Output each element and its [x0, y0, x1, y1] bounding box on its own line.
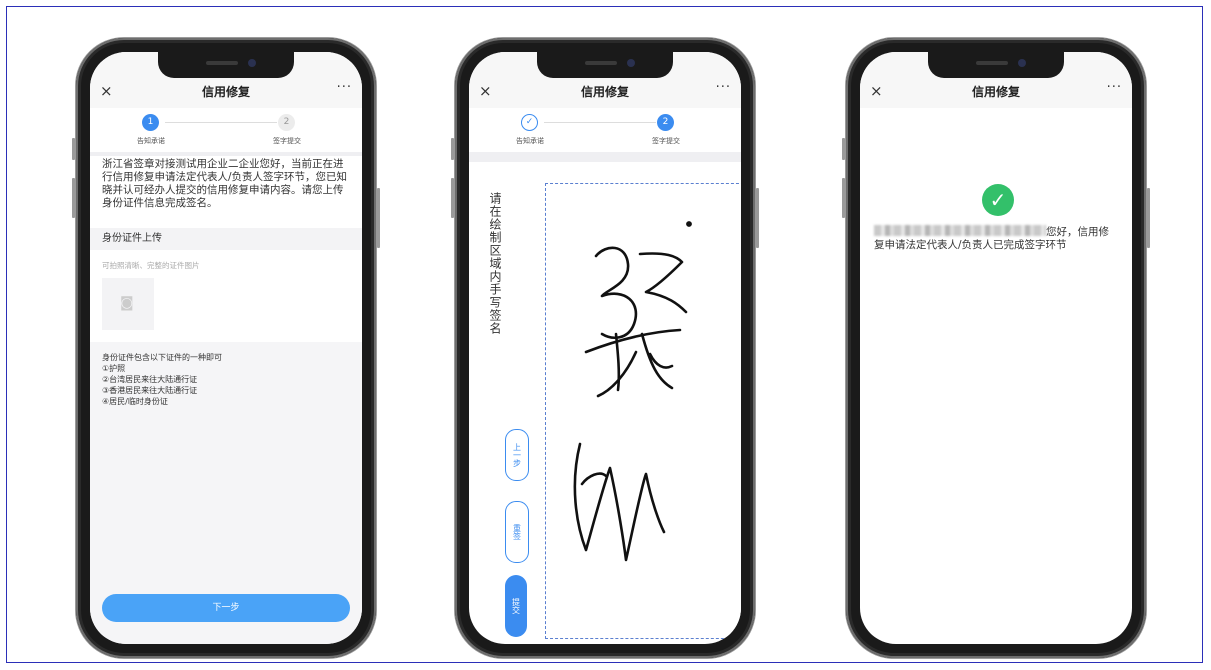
note-line: ①护照 — [102, 364, 126, 373]
note-line: 身份证件包含以下证件的一种即可 — [102, 353, 222, 362]
phone-complete: × 信用修复 ··· ✓ 您好，信用修复申请法定代表人/负责人已完成签字环节 — [842, 38, 1150, 658]
step1-label: 告知承诺 — [516, 137, 544, 145]
page-title: 信用修复 — [971, 85, 1020, 99]
step2-indicator: 2 — [657, 114, 674, 131]
next-button[interactable]: 下一步 — [102, 594, 350, 622]
signature-pad[interactable] — [545, 183, 741, 639]
more-icon[interactable]: ··· — [1107, 80, 1122, 95]
page-title: 信用修复 — [201, 85, 250, 99]
notch — [928, 52, 1064, 78]
reset-button[interactable]: 重签 — [505, 501, 529, 563]
step2-indicator: 2 — [278, 114, 295, 131]
intro-text: 浙江省签章对接测试用企业二企业您好，当前正在进行信用修复申请法定代表人/负责人签… — [90, 156, 362, 212]
redacted-company-name — [874, 225, 1046, 236]
more-icon[interactable]: ··· — [337, 80, 352, 95]
check-circle-icon: ✓ — [982, 184, 1014, 216]
phone-step1: × 信用修复 ··· 1 2 告知承诺 签字提交 浙江省签章对接测试用企业二企业… — [72, 38, 380, 658]
step-connector — [165, 122, 277, 123]
screen: × 信用修复 ··· 1 2 告知承诺 签字提交 浙江省签章对接测试用企业二企业… — [90, 52, 362, 644]
screen: × 信用修复 ··· ✓ 您好，信用修复申请法定代表人/负责人已完成签字环节 — [860, 52, 1132, 644]
notch — [158, 52, 294, 78]
step2-label: 签字提交 — [652, 137, 680, 145]
upload-photo-button[interactable]: ◙ — [102, 278, 154, 330]
screen: × 信用修复 ··· ✓ 2 告知承诺 签字提交 请在绘制区域内手写签名 上一步… — [469, 52, 741, 644]
note-line: ④居民/临时身份证 — [102, 397, 168, 406]
stepper: ✓ 2 告知承诺 签字提交 — [469, 108, 741, 152]
step-connector — [544, 122, 656, 123]
step1-label: 告知承诺 — [137, 137, 165, 145]
stepper: 1 2 告知承诺 签字提交 — [90, 108, 362, 152]
note-line: ③香港居民来往大陆通行证 — [102, 386, 198, 395]
completion-message: 您好，信用修复申请法定代表人/负责人已完成签字环节 — [874, 225, 1118, 252]
submit-button[interactable]: 提交 — [505, 575, 527, 637]
notch — [537, 52, 673, 78]
camera-icon: ◙ — [120, 295, 134, 311]
signature-strokes — [573, 221, 692, 562]
page-title: 信用修复 — [580, 85, 629, 99]
signature-instruction: 请在绘制区域内手写签名 — [488, 192, 502, 335]
step1-done-icon: ✓ — [521, 114, 538, 131]
prev-button[interactable]: 上一步 — [505, 429, 529, 481]
note-line: ②台湾居民来往大陆通行证 — [102, 375, 198, 384]
more-icon[interactable]: ··· — [716, 80, 731, 95]
upload-hint: 可拍照清晰、完整的证件图片 — [102, 261, 200, 270]
section-title: 身份证件上传 — [90, 228, 362, 250]
phone-step2: × 信用修复 ··· ✓ 2 告知承诺 签字提交 请在绘制区域内手写签名 上一步… — [451, 38, 759, 658]
step1-indicator: 1 — [142, 114, 159, 131]
step2-label: 签字提交 — [273, 137, 301, 145]
